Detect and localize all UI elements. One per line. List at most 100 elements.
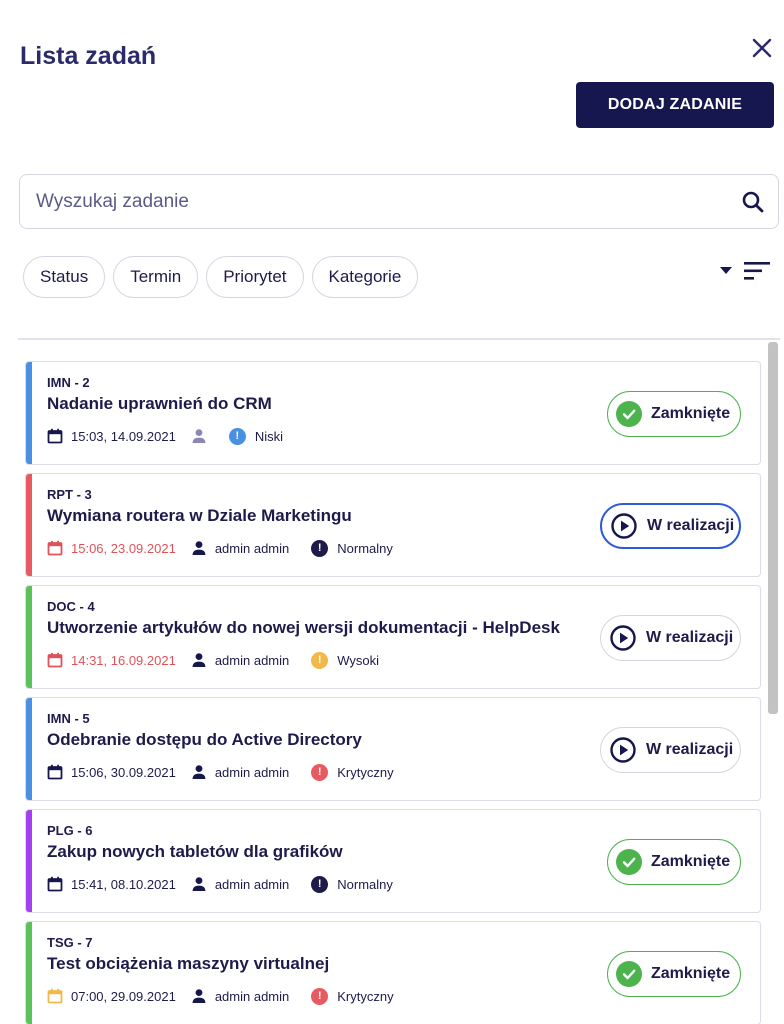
task-date: 15:06, 30.09.2021 (71, 764, 176, 780)
user-icon (191, 652, 207, 668)
calendar-icon (47, 428, 63, 444)
priority: ! Krytyczny (311, 763, 394, 781)
task-card[interactable]: TSG - 7 Test obciążenia maszyny virtualn… (25, 921, 761, 1024)
task-meta: 15:06, 23.09.2021 admin admin ! Normalny (47, 538, 393, 558)
priority-accent (26, 362, 32, 464)
task-date: 15:06, 23.09.2021 (71, 540, 176, 556)
priority: ! Normalny (311, 539, 393, 557)
page-title: Lista zadań (20, 42, 157, 70)
user-icon (191, 540, 207, 556)
task-meta: 07:00, 29.09.2021 admin admin ! Krytyczn… (47, 986, 394, 1006)
priority-accent (26, 698, 32, 800)
status-label: Zamknięte (651, 965, 731, 982)
task-title: Wymiana routera w Dziale Marketingu (47, 506, 352, 525)
task-assignee: admin admin (214, 764, 290, 780)
calendar-icon (47, 540, 63, 556)
priority-label: Krytyczny (337, 764, 394, 780)
calendar-icon (47, 988, 63, 1004)
task-assignee: admin admin (214, 540, 290, 556)
task-card[interactable]: PLG - 6 Zakup nowych tabletów dla grafik… (25, 809, 761, 913)
search-box (19, 174, 779, 229)
priority: ! Normalny (311, 875, 393, 893)
status-button[interactable]: Zamknięte (607, 391, 741, 437)
status-button[interactable]: W realizacji (600, 503, 741, 549)
task-code: IMN - 5 (47, 711, 90, 726)
priority-icon: ! (311, 875, 329, 893)
search-icon[interactable] (728, 190, 778, 214)
task-card[interactable]: RPT - 3 Wymiana routera w Dziale Marketi… (25, 473, 761, 577)
priority: ! Niski (228, 427, 283, 445)
status-label: W realizacji (646, 741, 734, 758)
task-title: Odebranie dostępu do Active Directory (47, 730, 362, 749)
task-title: Utworzenie artykułów do nowej wersji dok… (47, 618, 560, 637)
status-label: W realizacji (646, 629, 734, 646)
check-icon (616, 849, 642, 875)
priority-icon: ! (228, 427, 246, 445)
status-button[interactable]: W realizacji (600, 727, 741, 773)
divider (18, 338, 780, 340)
priority-label: Normalny (337, 876, 393, 892)
task-assignee: admin admin (214, 652, 290, 668)
play-icon (609, 736, 637, 764)
close-icon (752, 38, 772, 58)
status-label: W realizacji (647, 517, 735, 534)
add-task-button[interactable]: DODAJ ZADANIE (576, 82, 774, 128)
status-button[interactable]: W realizacji (600, 615, 741, 661)
close-button[interactable] (748, 34, 776, 62)
priority-label: Wysoki (337, 652, 380, 668)
status-label: Zamknięte (651, 853, 731, 870)
calendar-icon (47, 652, 63, 668)
filter-status[interactable]: Status (23, 256, 106, 298)
task-card[interactable]: DOC - 4 Utworzenie artykułów do nowej we… (25, 585, 761, 689)
priority-icon: ! (311, 987, 329, 1005)
task-meta: 14:31, 16.09.2021 admin admin ! Wysoki (47, 650, 379, 670)
task-meta: 15:03, 14.09.2021 ! Niski (47, 426, 283, 446)
user-icon (191, 988, 207, 1004)
filter-category[interactable]: Kategorie (311, 256, 419, 298)
play-icon (609, 624, 637, 652)
task-assignee: admin admin (214, 876, 290, 892)
task-date: 15:41, 08.10.2021 (71, 876, 176, 892)
status-label: Zamknięte (651, 405, 731, 422)
sort-icon (744, 262, 770, 280)
filter-bar: Status Termin Priorytet Kategorie (23, 256, 419, 298)
user-icon (191, 764, 207, 780)
sort-button[interactable] (720, 258, 772, 284)
calendar-icon (47, 876, 63, 892)
scrollbar[interactable] (768, 342, 778, 714)
priority-icon: ! (311, 651, 329, 669)
play-icon (610, 512, 638, 540)
task-title: Test obciążenia maszyny virtualnej (47, 954, 330, 973)
task-code: DOC - 4 (47, 599, 95, 614)
task-date: 14:31, 16.09.2021 (71, 652, 176, 668)
priority-icon: ! (311, 539, 329, 557)
task-code: RPT - 3 (47, 487, 92, 502)
priority: ! Krytyczny (311, 987, 394, 1005)
task-card[interactable]: IMN - 5 Odebranie dostępu do Active Dire… (25, 697, 761, 801)
task-assignee: admin admin (214, 988, 290, 1004)
priority-accent (26, 810, 32, 912)
priority-label: Krytyczny (337, 988, 394, 1004)
task-date: 15:03, 14.09.2021 (71, 428, 176, 444)
priority-accent (26, 474, 32, 576)
status-button[interactable]: Zamknięte (607, 839, 741, 885)
priority-label: Niski (254, 428, 283, 444)
user-icon (191, 876, 207, 892)
priority: ! Wysoki (311, 651, 380, 669)
task-title: Zakup nowych tabletów dla grafików (47, 842, 343, 861)
status-button[interactable]: Zamknięte (607, 951, 741, 997)
filter-deadline[interactable]: Termin (113, 256, 199, 298)
task-code: TSG - 7 (47, 935, 93, 950)
filter-priority[interactable]: Priorytet (206, 256, 304, 298)
task-list-panel: Lista zadań DODAJ ZADANIE Status Termin … (0, 0, 784, 1024)
search-input[interactable] (20, 175, 728, 228)
user-icon (191, 428, 207, 444)
priority-label: Normalny (337, 540, 393, 556)
calendar-icon (47, 764, 63, 780)
task-card[interactable]: IMN - 2 Nadanie uprawnień do CRM 15:03, … (25, 361, 761, 465)
task-code: IMN - 2 (47, 375, 90, 390)
priority-icon: ! (311, 763, 329, 781)
task-date: 07:00, 29.09.2021 (71, 988, 176, 1004)
caret-down-icon (720, 267, 732, 274)
task-meta: 15:41, 08.10.2021 admin admin ! Normalny (47, 874, 393, 894)
